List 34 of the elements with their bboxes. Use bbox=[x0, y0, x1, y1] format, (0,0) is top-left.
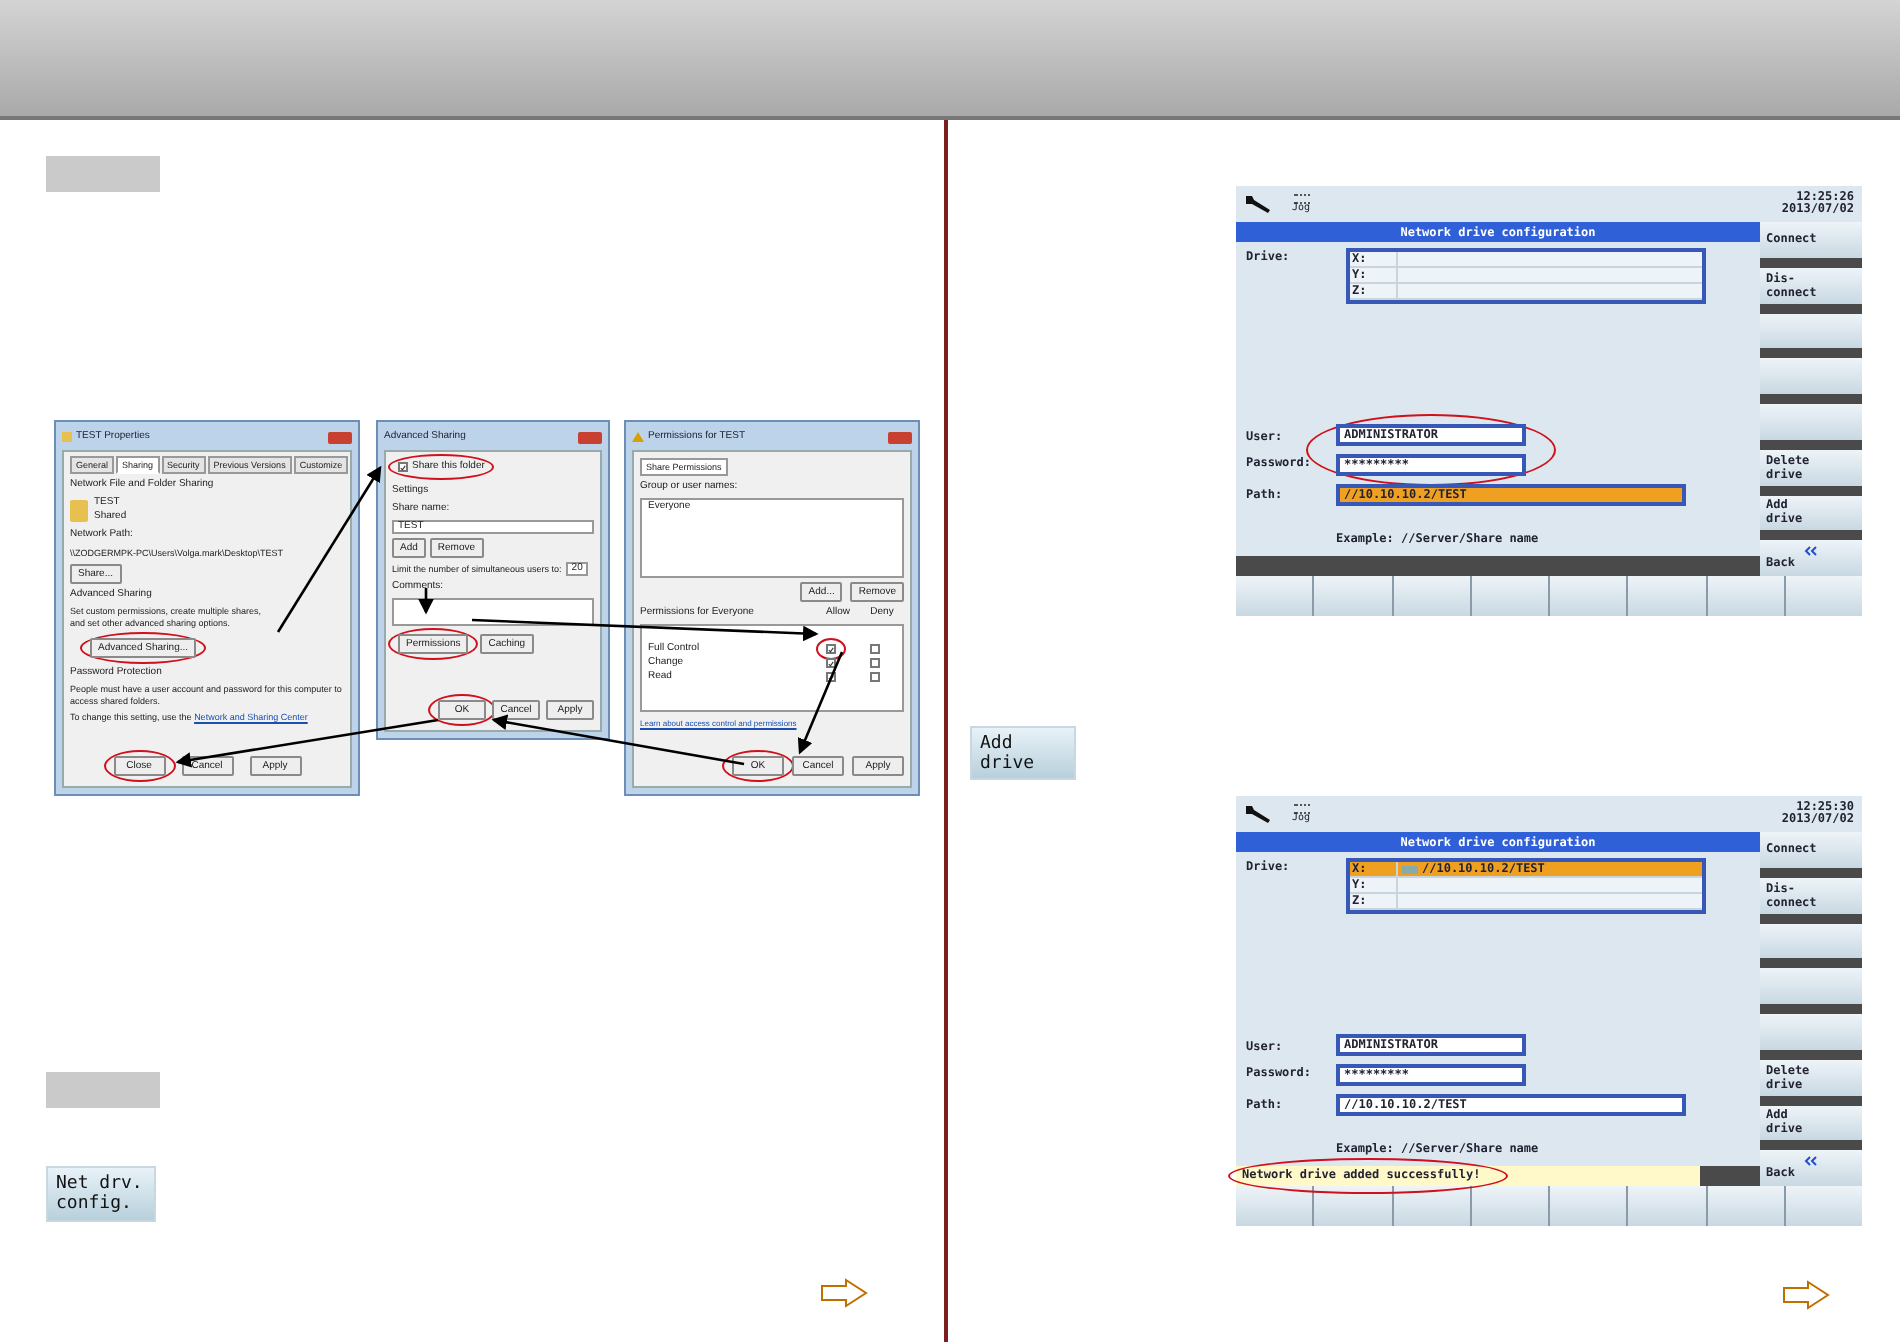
checkbox[interactable] bbox=[825, 672, 835, 682]
network-drive-icon bbox=[1402, 863, 1418, 875]
folder-icon bbox=[62, 432, 72, 442]
wrench-icon bbox=[1244, 804, 1272, 824]
step-label bbox=[46, 1072, 160, 1108]
checkbox[interactable] bbox=[825, 644, 835, 654]
comments-field[interactable] bbox=[392, 597, 594, 625]
softkey[interactable] bbox=[1760, 313, 1862, 349]
softkey[interactable] bbox=[1393, 1186, 1470, 1226]
close-icon[interactable] bbox=[888, 431, 912, 443]
next-arrow-icon bbox=[820, 1278, 868, 1308]
add-drive-softkey[interactable]: Add drive bbox=[970, 726, 1076, 780]
checkbox[interactable] bbox=[869, 644, 879, 654]
back-chevron-icon bbox=[1804, 546, 1818, 557]
close-icon[interactable] bbox=[328, 431, 352, 443]
softkey[interactable] bbox=[1236, 1186, 1313, 1226]
folder-icon bbox=[70, 499, 88, 521]
next-arrow-icon bbox=[1782, 1280, 1830, 1310]
checkbox[interactable] bbox=[869, 658, 879, 668]
checkbox[interactable] bbox=[398, 462, 408, 472]
warning-icon bbox=[632, 432, 644, 442]
softkey[interactable] bbox=[1760, 923, 1862, 959]
wrench-icon bbox=[1244, 194, 1272, 214]
mode-icon bbox=[1293, 804, 1310, 814]
checkbox[interactable] bbox=[869, 672, 879, 682]
arrow bbox=[797, 651, 844, 755]
step-label bbox=[46, 156, 160, 192]
checkbox[interactable] bbox=[825, 658, 835, 668]
close-icon[interactable] bbox=[578, 431, 602, 443]
net-drive-config-softkey[interactable]: Net drv. config. bbox=[46, 1166, 156, 1222]
mode-icon bbox=[1293, 194, 1310, 204]
back-chevron-icon bbox=[1804, 1156, 1818, 1167]
arrow bbox=[418, 588, 434, 615]
softkey[interactable] bbox=[1314, 1186, 1391, 1226]
